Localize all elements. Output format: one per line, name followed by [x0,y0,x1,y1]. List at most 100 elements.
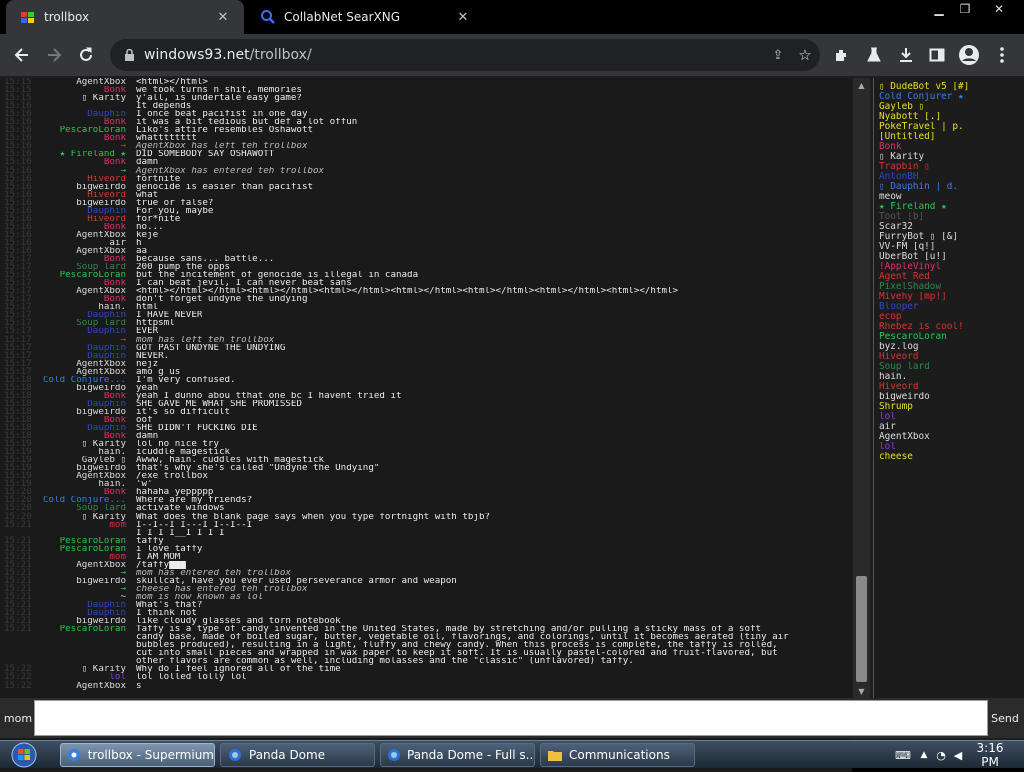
user-list-item[interactable]: air [879,422,1024,432]
user-list-item[interactable]: ★ Fireland ★ [879,202,1024,212]
message-nick[interactable] [38,102,126,110]
user-list-item[interactable]: PokeTravel | p. [879,122,1024,132]
message-nick[interactable]: AgentXbox [38,682,126,690]
address-bar[interactable]: windows93.net/trollbox/ ⇪ ☆ [110,39,820,71]
message-nick[interactable] [38,657,126,665]
message-nick[interactable]: Bonk [38,255,126,263]
message-nick[interactable]: Bonk [38,158,126,166]
message-nick[interactable]: ▯ Karity [38,440,126,448]
message-nick[interactable]: bigweirdo [38,577,126,585]
user-list-item[interactable]: Shrump [879,402,1024,412]
user-list-item[interactable]: ecop [879,312,1024,322]
message-nick[interactable]: AgentXbox [38,287,126,295]
user-list-item[interactable]: PixelShadow [879,282,1024,292]
message-nick[interactable]: AgentXbox [38,231,126,239]
user-list-item[interactable]: ▯ Karity [879,152,1024,162]
user-list-item[interactable]: meow [879,192,1024,202]
message-nick[interactable]: → [38,585,126,593]
message-nick[interactable]: Dauphin [38,110,126,118]
message-nick[interactable]: Dauphin [38,352,126,360]
chat-log[interactable]: 15:15 AgentXbox <html></html> 15:15 Bonk we t… [0,78,852,772]
user-list-item[interactable]: [Untitled] [879,132,1024,142]
user-list-item[interactable]: Gayleb ▯ [879,102,1024,112]
close-tab-icon[interactable]: ✕ [454,8,472,26]
clock[interactable]: 3:16 PM [966,741,1014,769]
message-nick[interactable]: Hiveord [38,175,126,183]
message-nick[interactable]: air [38,239,126,247]
message-nick[interactable]: Bonk [38,86,126,94]
nickname-button[interactable]: mom [4,702,32,734]
message-nick[interactable]: hain. [38,448,126,456]
side-panel-icon[interactable] [923,41,951,69]
user-list-item[interactable]: byz.log [879,342,1024,352]
message-nick[interactable]: PescaroLoran [38,537,126,545]
user-list-item[interactable]: Blooper [879,302,1024,312]
user-list-item[interactable]: Cold Conjurer ★ [879,92,1024,102]
message-nick[interactable]: Soup lard [38,504,126,512]
user-list-item[interactable]: Mivehy [mp!] [879,292,1024,302]
user-list-item[interactable]: cheese [879,452,1024,462]
message-nick[interactable]: Dauphin [38,424,126,432]
message-nick[interactable]: bigweirdo [38,617,126,625]
message-nick[interactable]: Dauphin [38,207,126,215]
message-nick[interactable]: PescaroLoran [38,126,126,134]
message-nick[interactable]: bigweirdo [38,384,126,392]
keyboard-icon[interactable]: ⌨ [890,749,916,762]
message-nick[interactable]: ▯ Karity [38,513,126,521]
user-list-item[interactable]: Nyabott [.] [879,112,1024,122]
message-nick[interactable]: bigweirdo [38,199,126,207]
message-nick[interactable]: Cold Conjure... [38,496,126,504]
message-nick[interactable]: PescaroLoran [38,271,126,279]
message-input[interactable] [34,700,988,736]
user-list-item[interactable]: Scar32 [879,222,1024,232]
message-nick[interactable]: → [38,142,126,150]
tab-trollbox[interactable]: trollbox ✕ [6,0,244,34]
message-nick[interactable]: hain. [38,303,126,311]
message-nick[interactable]: PescaroLoran [38,545,126,553]
message-nick[interactable]: Dauphin [38,311,126,319]
reload-icon[interactable] [72,41,100,69]
message-nick[interactable]: Dauphin [38,400,126,408]
user-list-item[interactable]: ▯ DudeBot v5 [#] [879,82,1024,92]
forward-icon[interactable] [40,41,68,69]
scroll-up-icon[interactable]: ▲ [853,78,870,92]
share-icon[interactable]: ⇪ [766,48,790,63]
user-list-item[interactable]: Trapbin ▯ [879,162,1024,172]
message-nick[interactable]: ★ Fireland ★ [38,150,126,158]
message-nick[interactable]: → [38,167,126,175]
message-nick[interactable]: bigweirdo [38,183,126,191]
message-nick[interactable]: Cold Conjure... [38,376,126,384]
message-nick[interactable]: Gayleb ▯ [38,456,126,464]
restore-icon[interactable]: ❐ [948,0,982,18]
user-list-item[interactable]: bigweirdo [879,392,1024,402]
message-nick[interactable] [38,529,126,537]
message-nick[interactable]: Bonk [38,134,126,142]
user-list-item[interactable]: VV-FM [q!] [879,242,1024,252]
message-nick[interactable]: AgentXbox [38,360,126,368]
message-nick[interactable]: Bonk [38,488,126,496]
message-nick[interactable]: AgentXbox [38,561,126,569]
close-tab-icon[interactable]: ✕ [214,8,232,26]
message-nick[interactable]: Bonk [38,223,126,231]
user-list-item[interactable]: UberBot [u!] [879,252,1024,262]
message-nick[interactable]: Bonk [38,392,126,400]
message-nick[interactable]: lol [38,673,126,681]
user-list-item[interactable]: Toot [b] [879,212,1024,222]
user-list-item[interactable]: Hiveord [879,352,1024,362]
start-button[interactable] [6,742,42,768]
message-nick[interactable] [38,641,126,649]
user-list-item[interactable]: ▯ Dauphin | d. [879,182,1024,192]
user-list-item[interactable]: PescaroLoran [879,332,1024,342]
back-icon[interactable] [8,41,36,69]
message-nick[interactable]: AgentXbox [38,368,126,376]
message-nick[interactable]: Bonk [38,295,126,303]
taskbar-item-trollbox[interactable]: trollbox - Supermium [60,743,215,767]
message-nick[interactable]: ~ [38,593,126,601]
message-nick[interactable]: Hiveord [38,215,126,223]
user-list-item[interactable]: AgentXbox [879,432,1024,442]
message-nick[interactable]: Bonk [38,416,126,424]
user-list-item[interactable]: !AppleVinyl [879,262,1024,272]
message-nick[interactable]: Bonk [38,118,126,126]
user-list-item[interactable]: FurryBot ▯ [&] [879,232,1024,242]
message-nick[interactable]: Dauphin [38,344,126,352]
